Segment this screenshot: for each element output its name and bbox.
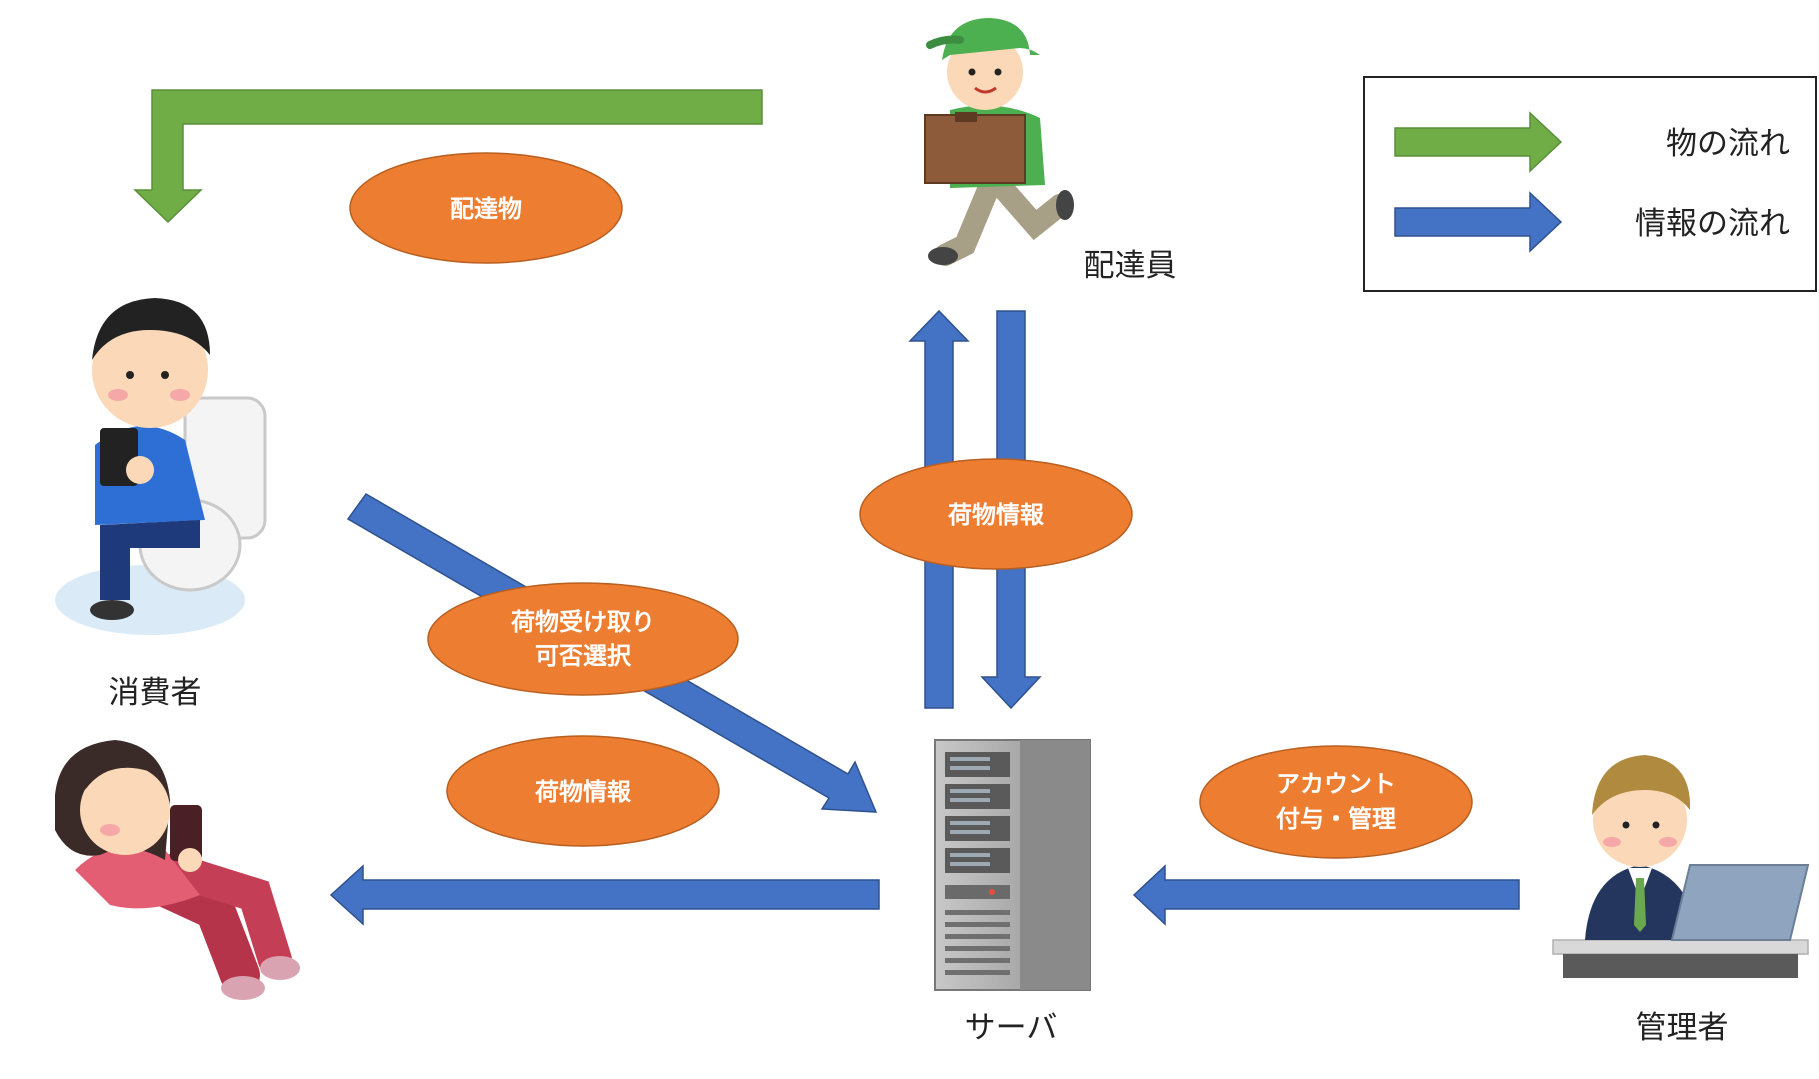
info-arrow-server-to-consumer <box>329 864 880 926</box>
consumer-lying-icon <box>55 740 300 1000</box>
legend-goods-label: 物の流れ <box>1666 126 1790 162</box>
flow-label-package-info-top: 荷物情報 <box>859 458 1133 570</box>
legend: 物の流れ 情報の流れ <box>1363 76 1817 292</box>
server-label: サーバ <box>965 1010 1058 1046</box>
account-label-line1: アカウント <box>1276 770 1396 798</box>
legend-box <box>1363 76 1817 292</box>
admin-laptop-icon <box>1552 755 1810 978</box>
delivery-person-icon <box>924 18 1074 266</box>
flow-label-account: アカウント 付与・管理 <box>1199 745 1473 859</box>
package-info-left-label: 荷物情報 <box>535 778 632 806</box>
flow-label-delivery-item: 配達物 <box>349 152 623 264</box>
consumer-label: 消費者 <box>109 675 202 711</box>
delivery-item-label: 配達物 <box>450 195 522 223</box>
flow-diagram: 配達物 荷物情報 荷物受け取り 可否選択 荷物情報 アカウント 付与・管理 物の… <box>55 18 1817 1046</box>
server-tower-icon <box>934 739 1091 991</box>
receive-choice-label-line2: 可否選択 <box>535 642 632 670</box>
info-arrow-admin-to-server <box>1132 864 1520 926</box>
flow-label-package-info-left: 荷物情報 <box>446 735 720 847</box>
consumer-sitting-icon <box>55 298 267 635</box>
package-info-top-label: 荷物情報 <box>948 501 1045 529</box>
legend-info-label: 情報の流れ <box>1635 206 1790 242</box>
receive-choice-label-line1: 荷物受け取り <box>511 608 655 636</box>
account-label-line2: 付与・管理 <box>1276 805 1396 833</box>
admin-label: 管理者 <box>1636 1010 1729 1046</box>
flow-label-receive-choice: 荷物受け取り 可否選択 <box>427 582 739 696</box>
delivery-person-label: 配達員 <box>1084 248 1177 284</box>
